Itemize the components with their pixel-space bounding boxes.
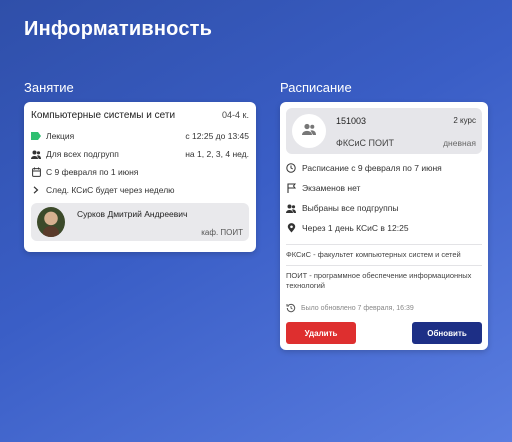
lesson-header: Компьютерные системы и сети 04-4 к. bbox=[31, 110, 249, 121]
divider bbox=[286, 244, 482, 245]
lesson-dates: С 9 февраля по 1 июня bbox=[46, 167, 139, 177]
group-faculty: ФКСиС ПОИТ bbox=[336, 138, 394, 148]
tag-icon bbox=[31, 131, 41, 141]
group-icon bbox=[286, 203, 296, 213]
schedule-next: Через 1 день КСиС в 12:25 bbox=[302, 223, 409, 233]
group-icon bbox=[302, 122, 316, 140]
lesson-time: с 12:25 до 13:45 bbox=[185, 131, 249, 141]
lesson-type: Лекция bbox=[46, 131, 75, 141]
lesson-card[interactable]: Компьютерные системы и сети 04-4 к. Лекц… bbox=[24, 102, 256, 252]
action-buttons: Удалить Обновить bbox=[286, 322, 482, 344]
lesson-next-row: След. КСиС будет через неделю bbox=[31, 181, 249, 199]
lesson-section-title: Занятие bbox=[24, 80, 74, 95]
group-course: 2 курс bbox=[453, 116, 476, 125]
teacher-department: каф. ПОИТ bbox=[201, 228, 243, 237]
lesson-room: 04-4 к. bbox=[222, 110, 249, 120]
lesson-subgroups: Для всех подгрупп bbox=[46, 149, 119, 159]
teacher-card[interactable]: Сурков Дмитрий Андреевич каф. ПОИТ bbox=[31, 203, 249, 241]
schedule-period-row: Расписание с 9 февраля по 7 июня bbox=[286, 158, 482, 178]
avatar bbox=[37, 207, 65, 237]
schedule-section-title: Расписание bbox=[280, 80, 352, 95]
chevron-right-icon bbox=[31, 185, 41, 195]
group-study-form: дневная bbox=[443, 138, 476, 148]
lesson-weeks: на 1, 2, 3, 4 нед. bbox=[185, 149, 249, 159]
delete-button[interactable]: Удалить bbox=[286, 322, 356, 344]
schedule-period: Расписание с 9 февраля по 7 июня bbox=[302, 163, 442, 173]
refresh-history-icon bbox=[286, 303, 296, 313]
update-button[interactable]: Обновить bbox=[412, 322, 482, 344]
clock-icon bbox=[286, 163, 296, 173]
divider bbox=[286, 265, 482, 266]
teacher-name: Сурков Дмитрий Андреевич bbox=[77, 209, 188, 219]
schedule-card: 151003 2 курс ФКСиС ПОИТ дневная Расписа… bbox=[280, 102, 488, 350]
group-number: 151003 bbox=[336, 116, 367, 126]
schedule-subgroups-row: Выбраны все подгруппы bbox=[286, 198, 482, 218]
flag-icon bbox=[286, 183, 296, 193]
lesson-next: След. КСиС будет через неделю bbox=[46, 185, 175, 195]
lesson-type-row: Лекция с 12:25 до 13:45 bbox=[31, 127, 249, 145]
lesson-name: Компьютерные системы и сети bbox=[31, 110, 176, 121]
page-title: Информативность bbox=[24, 18, 213, 40]
schedule-info-list: Расписание с 9 февраля по 7 июня Экзамен… bbox=[286, 158, 482, 238]
last-updated-text: Было обновлено 7 февраля, 16:39 bbox=[301, 304, 414, 312]
location-icon bbox=[286, 223, 296, 233]
schedule-next-row: Через 1 день КСиС в 12:25 bbox=[286, 218, 482, 238]
note-faculty: ФКСиС - факультет компьютерных систем и … bbox=[286, 250, 461, 259]
last-updated: Было обновлено 7 февраля, 16:39 bbox=[286, 303, 482, 313]
lesson-dates-row: С 9 февраля по 1 июня bbox=[31, 163, 249, 181]
calendar-icon bbox=[31, 167, 41, 177]
group-box[interactable]: 151003 2 курс ФКСиС ПОИТ дневная bbox=[286, 108, 482, 154]
schedule-subgroups: Выбраны все подгруппы bbox=[302, 203, 399, 213]
note-department: ПОИТ - программное обеспечение информаци… bbox=[286, 271, 472, 290]
group-avatar bbox=[292, 114, 326, 148]
schedule-exams-row: Экзаменов нет bbox=[286, 178, 482, 198]
group-icon bbox=[31, 149, 41, 159]
schedule-exams: Экзаменов нет bbox=[302, 183, 361, 193]
lesson-subgroups-row: Для всех подгрупп на 1, 2, 3, 4 нед. bbox=[31, 145, 249, 163]
